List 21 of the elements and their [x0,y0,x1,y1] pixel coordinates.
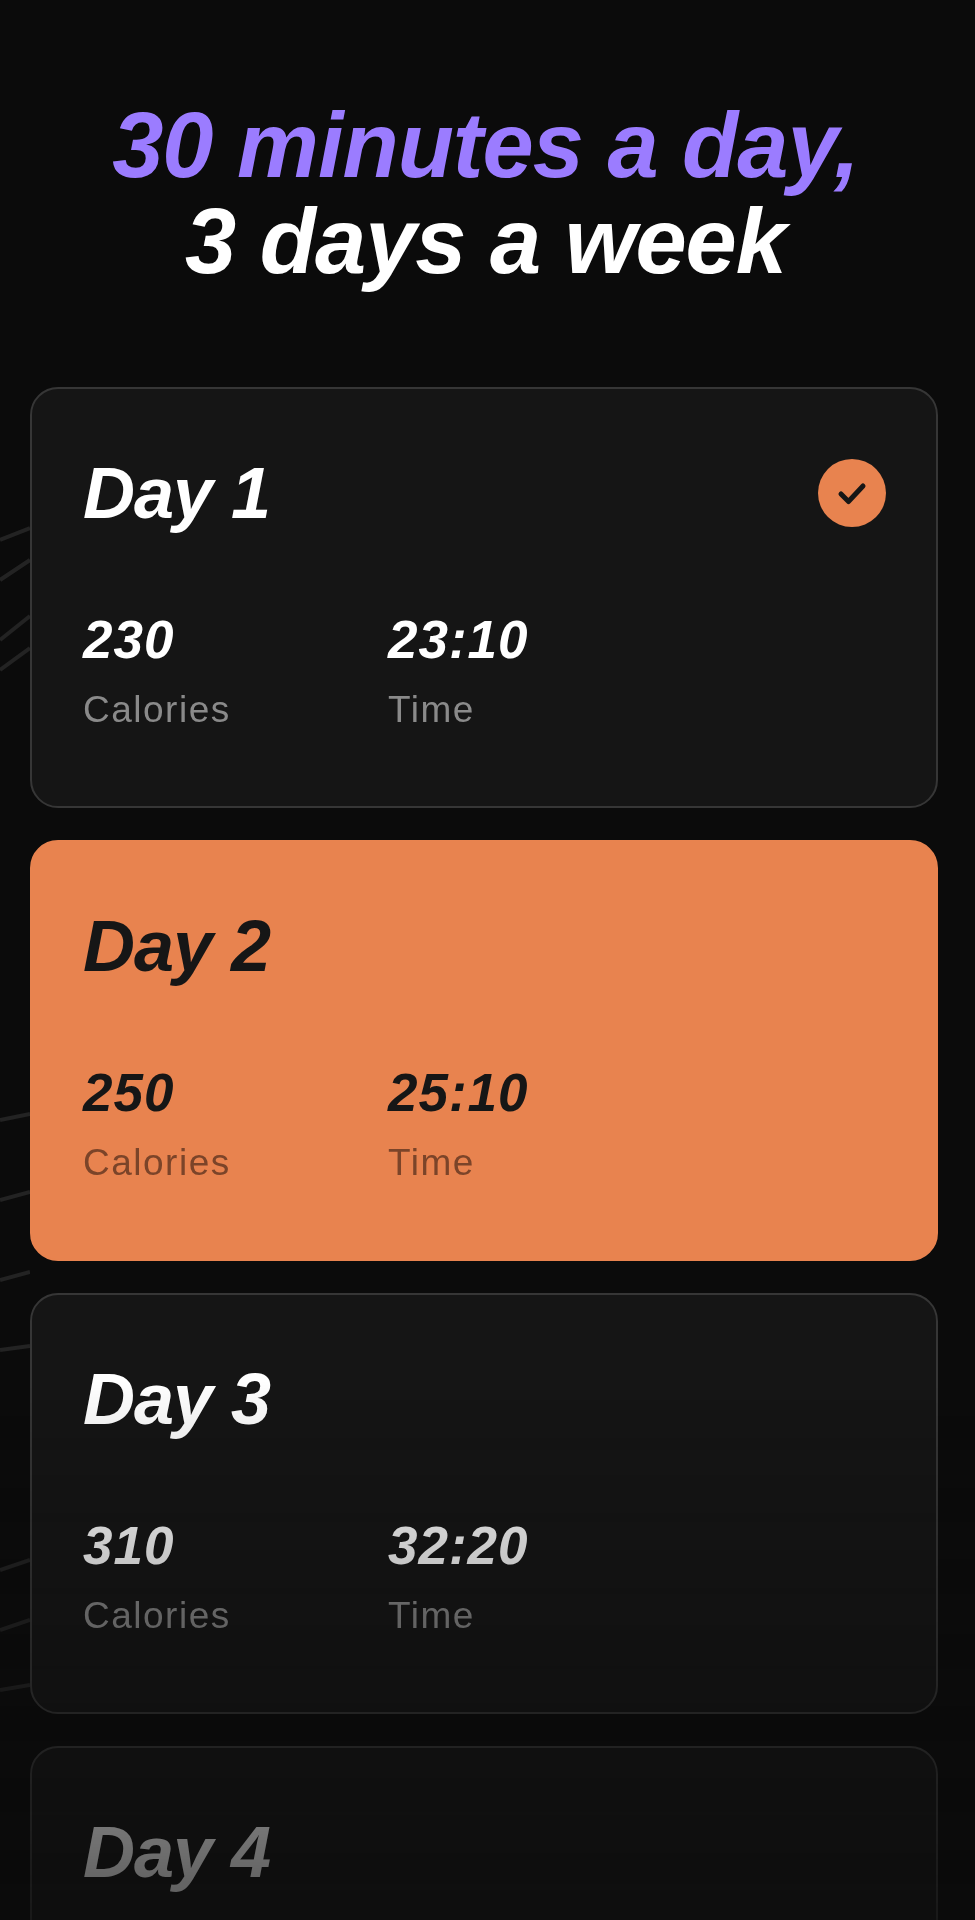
stat-value: 23:10 [388,614,529,666]
day-card[interactable]: Day 4 [30,1746,938,1920]
day-card[interactable]: Day 1 230 Calories 23:10 Time [30,387,938,808]
stat-value: 250 [83,1067,175,1119]
headline-text: 30 minutes a day, [111,97,860,198]
day-card[interactable]: Day 2 250 Calories 25:10 Time [30,840,938,1261]
day-title: Day 2 [83,910,271,988]
stat-label: Time [388,691,475,728]
stat-value: 310 [83,1520,175,1572]
day-title: Day 4 [83,1816,271,1894]
stat-label: Calories [83,691,231,728]
stat-label: Calories [83,1597,231,1634]
day-card[interactable]: Day 3 310 Calories 32:20 Time [30,1293,938,1714]
stat-value: 32:20 [388,1520,529,1572]
stat-label: Time [388,1597,475,1634]
stat-label: Calories [83,1144,231,1181]
day-title: Day 1 [83,457,271,535]
stat-label: Time [388,1144,475,1181]
day-title: Day 3 [83,1363,271,1441]
stat-value: 230 [83,614,175,666]
stat-value: 25:10 [388,1067,529,1119]
